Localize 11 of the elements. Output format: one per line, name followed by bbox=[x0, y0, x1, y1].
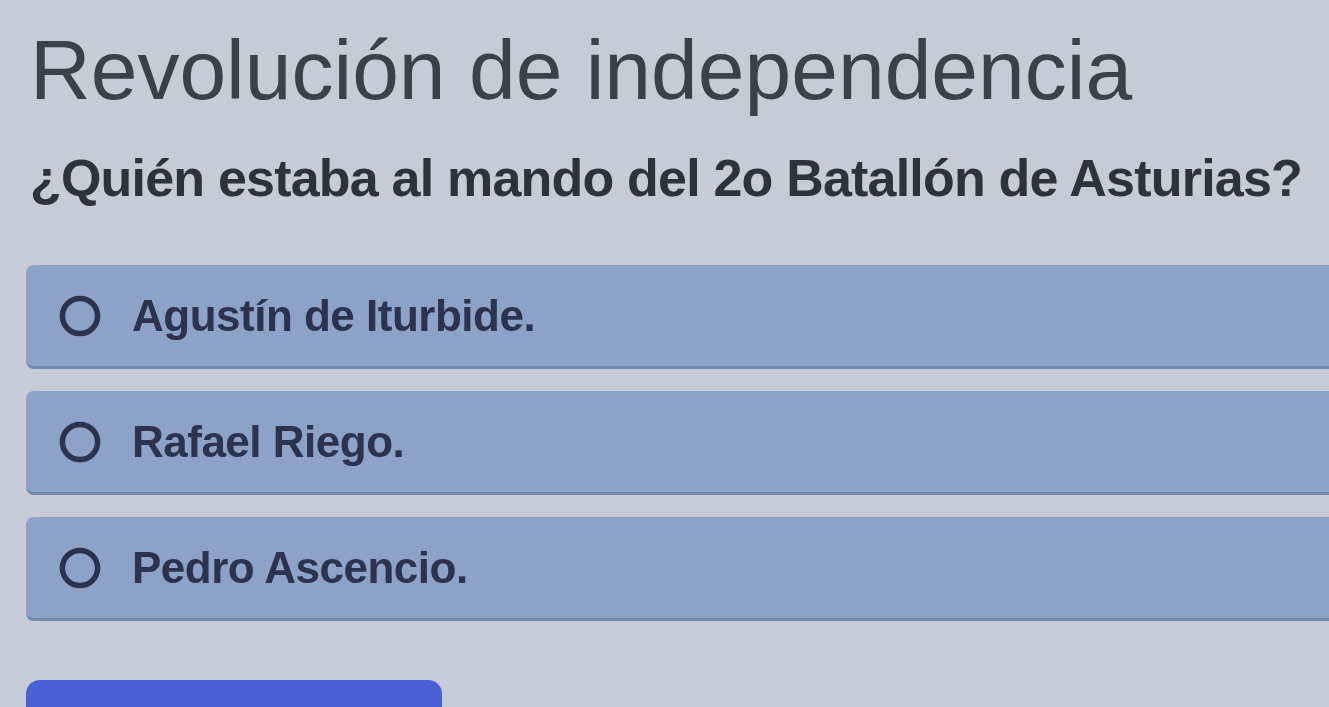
radio-icon[interactable] bbox=[58, 545, 102, 590]
option-label: Rafael Riego. bbox=[132, 415, 405, 468]
answer-option[interactable]: Rafael Riego. bbox=[26, 391, 1329, 495]
option-label: Pedro Ascencio. bbox=[132, 541, 468, 594]
question-text: ¿Quién estaba al mando del 2o Batallón de Asturias? bbox=[30, 148, 1302, 208]
answer-option[interactable]: Agustín de Iturbide. bbox=[26, 265, 1329, 369]
radio-icon[interactable] bbox=[58, 293, 102, 338]
radio-icon[interactable] bbox=[58, 419, 102, 464]
quiz-heading: Revolución de independencia bbox=[30, 22, 1133, 118]
answer-option[interactable]: Pedro Ascencio. bbox=[26, 517, 1329, 621]
option-label: Agustín de Iturbide. bbox=[132, 289, 536, 342]
